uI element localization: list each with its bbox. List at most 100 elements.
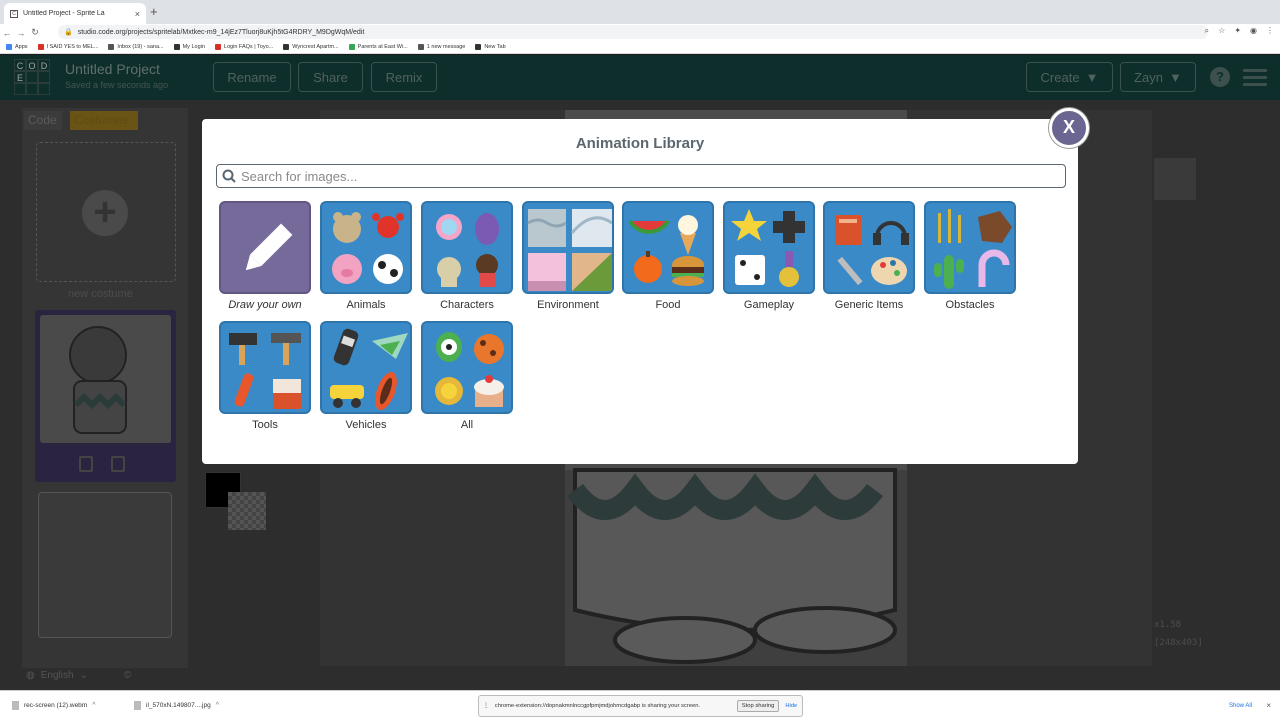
language-selector[interactable]: ◍ English ⌄: [26, 670, 88, 681]
caret-down-icon: ▼: [1169, 69, 1182, 85]
url-text: studio.code.org/projects/spritelab/Mxtke…: [77, 28, 365, 36]
empty-costume-slot: [38, 492, 172, 638]
close-downloads-icon[interactable]: ×: [1266, 701, 1271, 710]
app-header: CODE Untitled Project Saved a few second…: [0, 55, 1280, 100]
category-label: Tools: [252, 419, 278, 431]
code-org-logo[interactable]: CODE: [14, 59, 50, 95]
category-vehicles[interactable]: Vehicles: [320, 321, 412, 431]
bookmark-item[interactable]: Login FAQs | Toyo...: [214, 44, 274, 50]
bookmark-item[interactable]: Inbox (19) - sana...: [108, 44, 164, 50]
dialog-title: Animation Library: [575, 135, 705, 152]
category-environment[interactable]: Environment: [522, 201, 614, 311]
bookmark-favicon-icon: [108, 44, 115, 50]
bookmark-item[interactable]: Parents at East Wi...: [348, 44, 408, 50]
chevron-up-icon[interactable]: ^: [216, 702, 219, 709]
bookmark-item[interactable]: I SAID YES to MEL...: [37, 44, 98, 50]
category-obstacles[interactable]: Obstacles: [924, 201, 1016, 311]
stroke-color-swatch[interactable]: [228, 492, 266, 530]
extension-icon[interactable]: ✦: [1234, 26, 1241, 36]
browser-tab[interactable]: C Untitled Project - Sprite La ×: [4, 3, 146, 24]
download-filename: il_570xN.149807....jpg: [146, 702, 211, 709]
category-characters[interactable]: Characters: [421, 201, 513, 311]
chevron-up-icon[interactable]: ^: [92, 702, 95, 709]
logo-cell: [38, 71, 50, 83]
file-icon: [134, 701, 141, 710]
bookmark-favicon-icon: [283, 44, 290, 50]
search-input[interactable]: [241, 168, 1041, 184]
category-tools[interactable]: Tools: [219, 321, 311, 431]
profile-icon[interactable]: ◉: [1250, 26, 1257, 36]
new-costume-label: new costume: [68, 288, 133, 300]
project-title[interactable]: Untitled Project: [65, 61, 160, 77]
download-item[interactable]: il_570xN.149807....jpg ^: [134, 701, 244, 710]
characters-tile: [421, 201, 513, 294]
category-food[interactable]: Food: [622, 201, 714, 311]
hide-button[interactable]: Hide: [785, 703, 797, 709]
expand-icon[interactable]: [1154, 158, 1196, 200]
bookmark-item[interactable]: Apps: [6, 44, 28, 50]
category-label: Draw your own: [228, 299, 302, 311]
chevron-down-icon: ⌄: [79, 670, 88, 681]
create-dropdown[interactable]: Create ▼: [1026, 62, 1113, 92]
category-draw-your-own[interactable]: Draw your own: [219, 201, 311, 311]
zoom-icon[interactable]: ⌕: [1205, 26, 1209, 36]
duplicate-icon[interactable]: [111, 456, 125, 472]
logo-cell: [26, 71, 38, 83]
category-label: Generic Items: [834, 299, 904, 311]
browser-tab-title: Untitled Project - Sprite La: [23, 10, 105, 17]
selected-costume-card[interactable]: [35, 310, 176, 482]
more-icon[interactable]: ⋮: [1266, 26, 1274, 36]
bookmarks-bar: Apps I SAID YES to MEL... Inbox (19) - san…: [0, 41, 1280, 54]
bookmark-label: Login FAQs | Toyo...: [223, 44, 274, 50]
bookmark-item[interactable]: 1 new message: [417, 44, 465, 50]
trash-icon[interactable]: [79, 456, 93, 472]
rename-button[interactable]: Rename: [213, 62, 291, 92]
category-animals[interactable]: Animals: [320, 201, 412, 311]
tab-costumes[interactable]: Costumes: [70, 111, 138, 130]
drag-handle-icon[interactable]: ⋮: [483, 703, 489, 709]
image-search[interactable]: [216, 164, 1066, 188]
zoom-readout: x1.58: [1154, 620, 1182, 630]
characters-icon: [436, 213, 499, 287]
environment-icon: [527, 209, 612, 291]
back-icon[interactable]: ←: [0, 28, 14, 38]
food-icon: [628, 215, 704, 286]
close-tab-icon[interactable]: ×: [135, 9, 140, 19]
download-filename: rec-screen (12).webm: [24, 702, 88, 709]
forward-icon[interactable]: →: [14, 28, 28, 38]
copyright-icon[interactable]: ©: [124, 670, 131, 681]
category-label: Gameplay: [743, 299, 795, 311]
bookmark-label: Inbox (19) - sana...: [117, 44, 164, 50]
new-tab-icon[interactable]: +: [150, 4, 158, 19]
category-generic-items[interactable]: Generic Items: [823, 201, 915, 311]
generic-items-icon: [835, 215, 909, 286]
star-icon[interactable]: ☆: [1218, 26, 1225, 36]
tools-icon: [229, 333, 301, 409]
stop-sharing-button[interactable]: Stop sharing: [736, 700, 780, 712]
category-gameplay[interactable]: Gameplay: [723, 201, 815, 311]
category-label: Environment: [537, 299, 599, 311]
obstacles-tile: [924, 201, 1016, 294]
bookmark-item[interactable]: New Tab: [475, 44, 506, 50]
reload-icon[interactable]: ↻: [28, 27, 42, 38]
share-button[interactable]: Share: [298, 62, 363, 92]
show-all-link[interactable]: Show All: [1229, 703, 1252, 709]
bookmark-item[interactable]: Wyncrest Apartm...: [283, 44, 339, 50]
bookmark-item[interactable]: My Login: [173, 44, 205, 50]
user-menu[interactable]: Zayn ▼: [1120, 62, 1196, 92]
remix-button[interactable]: Remix: [371, 62, 437, 92]
screen-share-notice: ⋮ chrome-extension://dopnakmnlnccgpfpmjm…: [478, 695, 803, 717]
close-dialog-button[interactable]: X: [1049, 108, 1089, 148]
gameplay-icon: [731, 209, 805, 287]
url-field[interactable]: 🔒 studio.code.org/projects/spritelab/Mxt…: [58, 25, 1208, 39]
logo-cell: [14, 83, 26, 95]
help-icon[interactable]: ?: [1210, 67, 1230, 87]
draw-tile: [219, 201, 311, 294]
bookmark-favicon-icon: [417, 44, 424, 50]
hamburger-menu-icon[interactable]: [1243, 69, 1267, 90]
download-item[interactable]: rec-screen (12).webm ^: [12, 701, 122, 710]
category-all[interactable]: All: [421, 321, 513, 431]
tab-code[interactable]: Code: [24, 111, 62, 130]
category-label: Characters: [440, 299, 494, 311]
user-name: Zayn: [1134, 69, 1164, 85]
